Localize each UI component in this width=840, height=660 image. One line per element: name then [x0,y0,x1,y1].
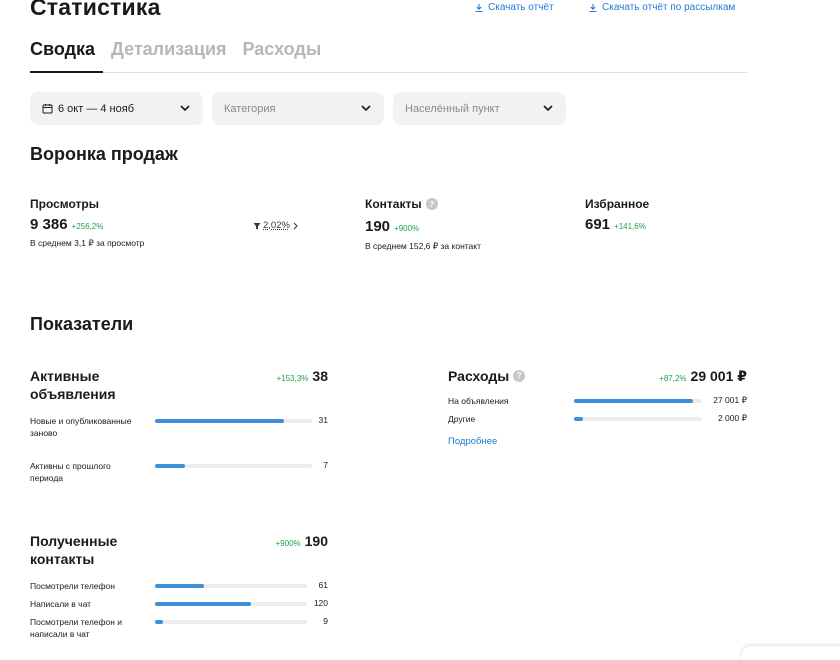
chevron-down-icon [361,105,371,112]
expenses-title: Расходы? [448,367,526,385]
contacts-bar [155,602,251,606]
contacts-row-label: Посмотрели телефон и написали в чат [30,617,123,639]
active-ads-title: Активные объявления [30,368,116,402]
expenses-row-value: 27 001 ₽ [713,395,747,405]
category-select[interactable]: Категория [212,92,384,125]
active-ads-row-label: Новые и опубликованные заново [30,416,132,438]
contacts-bar-track [155,584,307,588]
active-ads-total: +153,3% 38 [276,368,328,384]
page-title: Статистика [30,0,161,20]
download-mailing-report-label: Скачать отчёт по рассылкам [602,2,736,13]
expenses-more-link[interactable]: Подробнее [448,436,497,447]
indicators-heading: Показатели [30,314,134,334]
contacts-row-value: 9 [323,616,328,626]
expenses-bar [574,417,583,421]
expenses-delta: +87,2% [659,374,687,383]
contacts-row-value: 120 [313,598,328,608]
contacts-value: 190 +900% [365,218,420,235]
floating-widget[interactable] [742,646,840,660]
expenses-bar [574,399,694,403]
download-mailing-report-link[interactable]: Скачать отчёт по рассылкам [588,2,735,13]
active-ads-bar [155,464,185,468]
conversion-link[interactable]: 2,02% [253,220,299,231]
contacts-bar [155,620,163,624]
chevron-right-icon [293,222,298,229]
chevron-down-icon [543,105,553,112]
tab-details[interactable]: Детализация [111,39,227,60]
expenses-total: +87,2% 29 001 ₽ [659,368,747,384]
active-ads-delta: +153,3% [276,374,309,383]
calendar-icon [42,104,53,114]
funnel-icon [253,222,261,229]
contacts-bar [155,584,204,588]
download-report-link[interactable]: Скачать отчёт [474,2,554,13]
active-tab-indicator [30,71,103,73]
tab-expenses[interactable]: Расходы [243,39,322,60]
active-ads-row-value: 31 [318,415,328,425]
contacts-received-delta: +900% [275,539,301,548]
category-placeholder: Категория [224,102,276,115]
active-ads-bar [155,419,284,423]
tabs-divider [30,72,747,73]
tab-summary[interactable]: Сводка [30,39,95,60]
contacts-delta: +900% [394,224,420,233]
conversion-value: 2,02% [263,220,290,231]
expenses-bar-track [574,399,702,403]
tab-bar: Сводка Детализация Расходы [30,39,321,60]
location-select[interactable]: Населённый пункт [393,92,566,125]
views-sub: В среднем 3,1 ₽ за просмотр [30,238,145,248]
contacts-row-label: Посмотрели телефон [30,581,115,591]
date-range-value: 6 окт — 4 нояб [58,102,135,115]
funnel-heading: Воронка продаж [30,144,178,164]
contacts-sub: В среднем 152,6 ₽ за контакт [365,241,481,251]
expenses-row-label: На объявления [448,396,509,406]
contacts-bar-track [155,602,307,606]
active-ads-bar-track [155,464,312,468]
contacts-row-label: Написали в чат [30,599,92,609]
favorites-value: 691 +141,6% [585,216,646,233]
favorites-label: Избранное [585,197,650,211]
help-icon[interactable]: ? [513,370,526,382]
contacts-received-title: Полученные контакты [30,533,118,567]
download-icon [589,3,597,12]
help-icon[interactable]: ? [425,198,438,210]
chevron-down-icon [180,105,190,112]
date-range-select[interactable]: 6 окт — 4 нояб [30,92,203,125]
contacts-label: Контакты? [365,197,438,211]
expenses-row-value: 2 000 ₽ [717,413,747,423]
views-delta: +256,2% [71,222,104,231]
contacts-received-total: +900% 190 [275,533,329,549]
download-report-label: Скачать отчёт [488,2,554,13]
expenses-row-label: Другие [448,414,476,424]
download-icon [475,3,483,12]
contacts-row-value: 61 [318,580,328,590]
location-placeholder: Населённый пункт [405,102,500,115]
favorites-delta: +141,6% [614,222,646,231]
contacts-bar-track [155,620,307,624]
views-label: Просмотры [30,197,100,211]
active-ads-row-value: 7 [323,460,328,470]
views-value: 9 386 +256,2% [30,216,104,233]
active-ads-row-label: Активны с прошлого периода [30,461,111,483]
active-ads-bar-track [155,419,312,423]
expenses-bar-track [574,417,702,421]
